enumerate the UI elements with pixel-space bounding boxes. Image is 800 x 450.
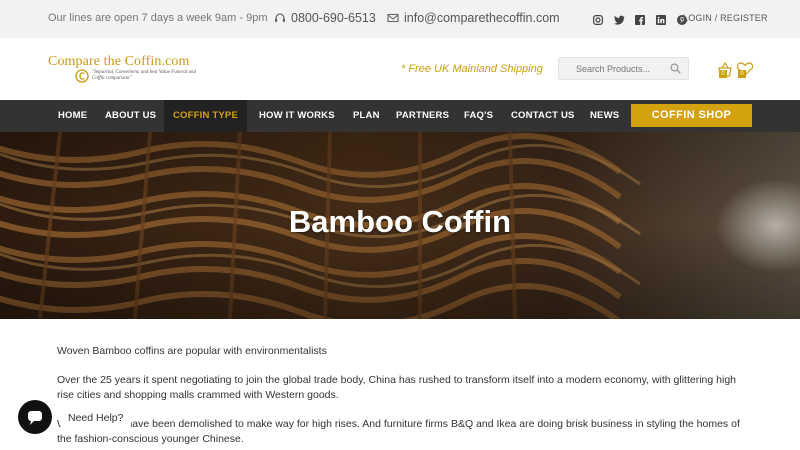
wishlist-count-badge: 0: [738, 70, 746, 78]
need-help-label[interactable]: Need Help?: [60, 409, 132, 427]
main-navigation: HOME ABOUT US COFFIN TYPE HOW IT WORKS P…: [0, 100, 800, 132]
cart-count-badge: 0: [719, 70, 727, 78]
facebook-icon[interactable]: [635, 12, 647, 25]
headset-icon: [275, 13, 285, 22]
article-content: Woven Bamboo coffins are popular with en…: [57, 344, 747, 450]
coffin-shop-button[interactable]: COFFIN SHOP: [631, 104, 752, 127]
nav-item-plan[interactable]: PLAN: [353, 100, 380, 132]
search-box: [558, 57, 689, 80]
top-info-bar: Our lines are open 7 days a week 9am - 9…: [0, 0, 800, 38]
phone-link[interactable]: 0800-690-6513: [274, 11, 376, 25]
article-paragraph: Over the 25 years it spent negotiating t…: [57, 374, 736, 401]
nav-item-home[interactable]: HOME: [58, 100, 87, 132]
login-register-link[interactable]: LOGIN / REGISTER: [683, 13, 768, 23]
search-input[interactable]: [559, 58, 667, 79]
chat-widget-button[interactable]: [18, 400, 52, 434]
cart-wishlist-icons: 0 0: [716, 61, 756, 81]
site-header: Compare the Coffin.com "Impartial, Conve…: [0, 38, 800, 100]
nav-item-about-us[interactable]: ABOUT US: [105, 100, 156, 132]
nav-item-partners[interactable]: PARTNERS: [396, 100, 449, 132]
article-paragraph: Woven Bamboo coffins are popular with en…: [57, 345, 327, 357]
opening-hours: Our lines are open 7 days a week 9am - 9…: [48, 12, 268, 24]
nav-item-faqs[interactable]: FAQ'S: [464, 100, 493, 132]
logo-title: Compare the Coffin.com: [48, 54, 190, 69]
logo-tagline: "Impartial, Convenient, and best Value F…: [92, 70, 197, 81]
article-paragraph: Whole houses have been demolished to mak…: [57, 418, 740, 445]
shipping-notice: * Free UK Mainland Shipping: [401, 63, 543, 75]
email-address: info@comparethecoffin.com: [404, 11, 560, 25]
logo-mark-icon: [75, 69, 89, 83]
twitter-icon[interactable]: [614, 12, 626, 25]
linkedin-icon[interactable]: [656, 12, 668, 25]
nav-item-coffin-type[interactable]: COFFIN TYPE: [164, 100, 248, 132]
nav-item-contact-us[interactable]: CONTACT US: [511, 100, 575, 132]
hero-banner: Bamboo Coffin: [0, 132, 800, 319]
nav-item-news[interactable]: NEWS: [590, 100, 619, 132]
page-title: Bamboo Coffin: [288, 204, 512, 239]
chat-bubble-icon: [28, 411, 42, 425]
social-links: [593, 12, 689, 26]
email-link[interactable]: info@comparethecoffin.com: [387, 11, 560, 25]
search-icon[interactable]: [670, 63, 681, 74]
envelope-icon: [387, 13, 399, 23]
instagram-icon[interactable]: [593, 12, 605, 26]
phone-number: 0800-690-6513: [291, 11, 376, 25]
nav-item-how-it-works[interactable]: HOW IT WORKS: [259, 100, 335, 132]
site-logo[interactable]: Compare the Coffin.com "Impartial, Conve…: [48, 54, 208, 88]
